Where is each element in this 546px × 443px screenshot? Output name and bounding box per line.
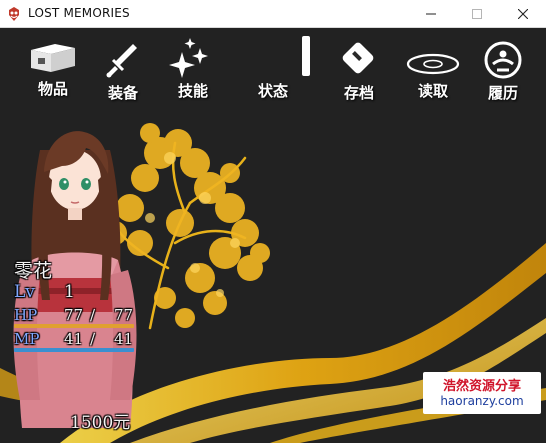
status-bar-icon bbox=[302, 36, 310, 76]
mp-max: 41 bbox=[114, 330, 134, 348]
level-label: Lv bbox=[14, 282, 35, 302]
history-emblem-icon bbox=[484, 41, 522, 79]
menu-item-load[interactable]: 读取 bbox=[398, 36, 468, 100]
menu-label-equipment: 装备 bbox=[107, 84, 138, 102]
hp-max: 77 bbox=[114, 306, 134, 324]
hp-bar bbox=[14, 324, 134, 328]
hp-current: 77 bbox=[64, 306, 84, 324]
menu-item-history[interactable]: 履历 bbox=[468, 36, 538, 102]
menu-label-save: 存档 bbox=[343, 84, 374, 102]
game-viewport: 物品 装备 技能 状态 存档 读取 履历 零花 Lv 1 HP 77 / 77 … bbox=[0, 28, 546, 443]
menu-item-equipment[interactable]: 装备 bbox=[88, 36, 158, 102]
menu-label-load: 读取 bbox=[417, 82, 448, 100]
sword-icon bbox=[106, 44, 137, 78]
gold-unit: 元 bbox=[113, 413, 131, 433]
menu-item-skills[interactable]: 技能 bbox=[158, 36, 228, 100]
sparkle-icon bbox=[169, 38, 208, 78]
item-box-icon bbox=[31, 44, 75, 72]
save-icon bbox=[342, 42, 374, 74]
window-titlebar: LOST MEMORIES bbox=[0, 0, 546, 28]
menu-label-status: 状态 bbox=[257, 82, 288, 100]
gold-value: 1500 bbox=[70, 413, 114, 433]
close-icon bbox=[518, 9, 528, 19]
character-name: 零花 bbox=[14, 260, 53, 282]
menu-label-items: 物品 bbox=[37, 80, 68, 98]
watermark: 浩然资源分享 haoranzy.com bbox=[423, 372, 541, 414]
menu-label-history: 履历 bbox=[487, 84, 518, 102]
watermark-title: 浩然资源分享 bbox=[442, 379, 521, 394]
level-value: 1 bbox=[64, 282, 75, 302]
close-button[interactable] bbox=[500, 0, 546, 28]
menu-item-save[interactable]: 存档 bbox=[324, 36, 394, 102]
hp-label: HP bbox=[14, 306, 38, 324]
window-title: LOST MEMORIES bbox=[28, 6, 130, 20]
mp-current: 41 bbox=[64, 330, 84, 348]
mp-bar bbox=[14, 348, 134, 352]
minimize-icon bbox=[426, 13, 436, 15]
maximize-icon bbox=[472, 9, 482, 19]
gold-amount: 1500元 bbox=[70, 408, 130, 433]
minimize-button[interactable] bbox=[408, 0, 454, 28]
maximize-button[interactable] bbox=[454, 0, 500, 28]
mp-separator: / bbox=[90, 330, 96, 348]
menu-label-skills: 技能 bbox=[177, 82, 208, 100]
hp-separator: / bbox=[90, 306, 96, 324]
menu-item-items[interactable]: 物品 bbox=[18, 36, 88, 98]
load-disc-icon bbox=[406, 53, 460, 75]
watermark-url: haoranzy.com bbox=[440, 394, 524, 408]
mp-label: MP bbox=[14, 330, 40, 348]
game-app-icon bbox=[9, 7, 19, 21]
menu-item-status[interactable]: 状态 bbox=[238, 36, 310, 100]
